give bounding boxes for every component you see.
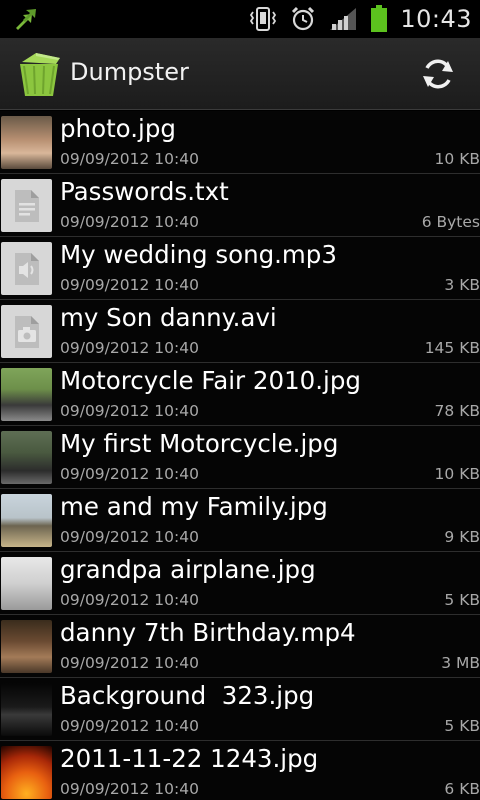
file-size: 6 KB bbox=[444, 780, 480, 798]
file-date: 09/09/2012 10:40 bbox=[60, 528, 199, 546]
file-list-item[interactable]: grandpa airplane.jpg 09/09/2012 10:40 5 KB bbox=[0, 552, 480, 615]
file-date: 09/09/2012 10:40 bbox=[60, 213, 199, 231]
file-date: 09/09/2012 10:40 bbox=[60, 339, 199, 357]
app-title: Dumpster bbox=[70, 58, 189, 86]
file-size: 10 KB bbox=[434, 150, 480, 168]
file-thumbnail bbox=[1, 746, 52, 799]
refresh-icon[interactable] bbox=[418, 54, 458, 94]
file-list-item[interactable]: Passwords.txt 09/09/2012 10:40 6 Bytes bbox=[0, 174, 480, 237]
alarm-icon bbox=[292, 6, 315, 31]
file-list-item[interactable]: Motorcycle Fair 2010.jpg 09/09/2012 10:40… bbox=[0, 363, 480, 426]
file-thumbnail bbox=[1, 368, 52, 421]
file-list-item[interactable]: 2011-11-22 1243.jpg 09/09/2012 10:40 6 KB bbox=[0, 741, 480, 800]
speaker-icon bbox=[1, 242, 52, 295]
file-list-item[interactable]: my Son danny.avi 09/09/2012 10:40 145 KB bbox=[0, 300, 480, 363]
file-date: 09/09/2012 10:40 bbox=[60, 402, 199, 420]
file-size: 78 KB bbox=[434, 402, 480, 420]
sync-arrows-icon bbox=[16, 9, 36, 30]
file-list-item[interactable]: danny 7th Birthday.mp4 09/09/2012 10:40 3 … bbox=[0, 615, 480, 678]
file-name: My first Motorcycle.jpg bbox=[60, 429, 339, 458]
file-name: Background 323.jpg bbox=[60, 681, 315, 710]
status-bar: 10:43 bbox=[0, 0, 480, 38]
file-date: 09/09/2012 10:40 bbox=[60, 591, 199, 609]
file-name: me and my Family.jpg bbox=[60, 492, 328, 521]
file-size: 5 KB bbox=[444, 717, 480, 735]
file-size: 3 MB bbox=[441, 654, 480, 672]
file-date: 09/09/2012 10:40 bbox=[60, 780, 199, 798]
camera-icon bbox=[1, 305, 52, 358]
file-size: 6 Bytes bbox=[421, 213, 480, 231]
file-name: Passwords.txt bbox=[60, 177, 229, 206]
file-size: 9 KB bbox=[444, 528, 480, 546]
signal-icon bbox=[330, 8, 357, 30]
file-thumbnail bbox=[1, 431, 52, 484]
file-date: 09/09/2012 10:40 bbox=[60, 465, 199, 483]
file-thumbnail bbox=[1, 557, 52, 610]
battery-icon bbox=[371, 5, 388, 32]
file-size: 10 KB bbox=[434, 465, 480, 483]
file-date: 09/09/2012 10:40 bbox=[60, 150, 199, 168]
document-icon bbox=[1, 179, 52, 232]
file-size: 5 KB bbox=[444, 591, 480, 609]
file-size: 3 KB bbox=[444, 276, 480, 294]
file-list-item[interactable]: me and my Family.jpg 09/09/2012 10:40 9 KB bbox=[0, 489, 480, 552]
file-name: danny 7th Birthday.mp4 bbox=[60, 618, 356, 647]
deleted-files-list: photo.jpg 09/09/2012 10:40 10 KB Passwords.… bbox=[0, 111, 480, 800]
file-size: 145 KB bbox=[424, 339, 480, 357]
file-thumbnail bbox=[1, 494, 52, 547]
file-thumbnail bbox=[1, 683, 52, 736]
file-thumbnail bbox=[1, 116, 52, 169]
dumpster-bin-icon[interactable] bbox=[16, 50, 62, 100]
vibrate-icon bbox=[250, 7, 277, 31]
file-name: 2011-11-22 1243.jpg bbox=[60, 744, 319, 773]
file-list-item[interactable]: photo.jpg 09/09/2012 10:40 10 KB bbox=[0, 111, 480, 174]
file-list-item[interactable]: My wedding song.mp3 09/09/2012 10:40 3 KB bbox=[0, 237, 480, 300]
file-list-item[interactable]: Background 323.jpg 09/09/2012 10:40 5 KB bbox=[0, 678, 480, 741]
clock-time: 10:43 bbox=[400, 5, 472, 33]
file-name: grandpa airplane.jpg bbox=[60, 555, 316, 584]
file-date: 09/09/2012 10:40 bbox=[60, 276, 199, 294]
file-date: 09/09/2012 10:40 bbox=[60, 654, 199, 672]
file-name: My wedding song.mp3 bbox=[60, 240, 337, 269]
file-name: Motorcycle Fair 2010.jpg bbox=[60, 366, 361, 395]
file-date: 09/09/2012 10:40 bbox=[60, 717, 199, 735]
file-name: photo.jpg bbox=[60, 114, 176, 143]
file-thumbnail bbox=[1, 620, 52, 673]
file-list-item[interactable]: My first Motorcycle.jpg 09/09/2012 10:40 1… bbox=[0, 426, 480, 489]
action-bar: Dumpster bbox=[0, 38, 480, 110]
file-name: my Son danny.avi bbox=[60, 303, 277, 332]
